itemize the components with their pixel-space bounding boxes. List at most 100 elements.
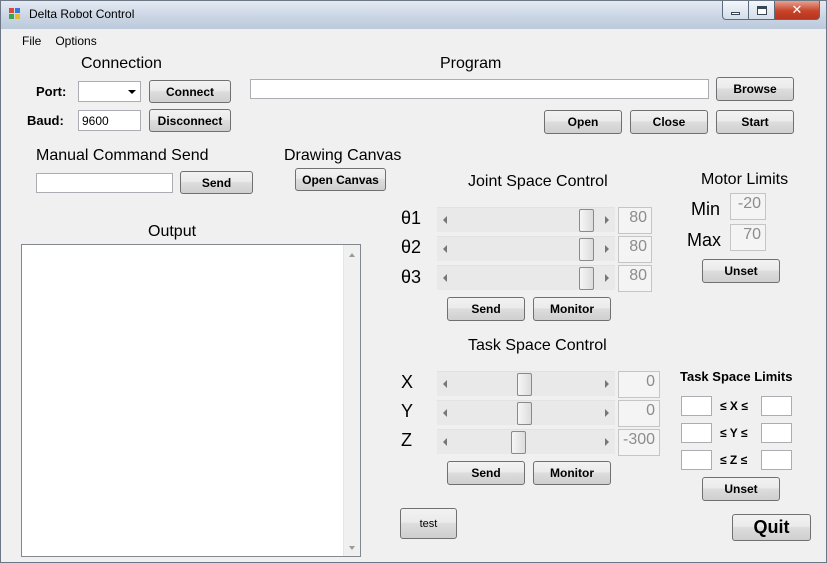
y-slider[interactable] (437, 400, 615, 425)
start-button[interactable]: Start (716, 110, 794, 134)
z-range-label: ≤ Z ≤ (720, 453, 748, 467)
scroll-right-icon (605, 245, 609, 253)
y-max-input[interactable] (761, 423, 792, 443)
scroll-left-icon (443, 409, 447, 417)
baud-label: Baud: (27, 113, 64, 128)
motor-max-value: 70 (730, 224, 766, 251)
slider-thumb[interactable] (579, 209, 594, 232)
scroll-left-icon (443, 380, 447, 388)
theta3-label: θ3 (401, 267, 422, 287)
maximize-icon (756, 5, 767, 15)
task-space-title: Task Space Control (468, 337, 607, 354)
browse-button[interactable]: Browse (716, 77, 794, 101)
menu-options[interactable]: Options (48, 30, 103, 52)
x-max-input[interactable] (761, 396, 792, 416)
drawing-canvas-title: Drawing Canvas (284, 147, 402, 164)
scroll-right-icon (605, 409, 609, 417)
y-label: Y (401, 401, 414, 421)
motor-min-label: Min (691, 199, 721, 219)
port-label: Port: (36, 84, 67, 99)
x-label: X (401, 372, 414, 392)
disconnect-button[interactable]: Disconnect (149, 109, 231, 132)
motor-limits-unset-button[interactable]: Unset (702, 259, 780, 283)
minimize-icon (731, 11, 740, 15)
z-slider[interactable] (437, 429, 615, 454)
motor-min-value: -20 (730, 193, 766, 220)
manual-command-title: Manual Command Send (36, 147, 209, 164)
connection-title: Connection (81, 55, 162, 72)
theta2-value: 80 (618, 236, 652, 263)
maximize-button[interactable] (749, 1, 775, 20)
motor-limits-title: Motor Limits (701, 171, 789, 188)
slider-thumb[interactable] (511, 431, 526, 454)
caption-buttons: ✕ (722, 1, 820, 20)
output-textbox[interactable] (21, 244, 361, 557)
connect-button[interactable]: Connect (149, 80, 231, 103)
z-min-input[interactable] (681, 450, 712, 470)
close-button[interactable]: ✕ (775, 1, 820, 20)
slider-thumb[interactable] (517, 402, 532, 425)
y-min-input[interactable] (681, 423, 712, 443)
manual-command-input[interactable] (36, 173, 173, 193)
x-min-input[interactable] (681, 396, 712, 416)
scroll-left-icon (443, 216, 447, 224)
theta2-slider[interactable] (437, 236, 615, 261)
theta1-value: 80 (618, 207, 652, 234)
task-monitor-button[interactable]: Monitor (533, 461, 611, 485)
slider-thumb[interactable] (579, 238, 594, 261)
z-max-input[interactable] (761, 450, 792, 470)
theta3-value: 80 (618, 265, 652, 292)
y-value: 0 (618, 400, 660, 427)
task-limits-title: Task Space Limits (680, 369, 793, 384)
joint-monitor-button[interactable]: Monitor (533, 297, 611, 321)
quit-button[interactable]: Quit (732, 514, 811, 541)
x-range-label: ≤ X ≤ (720, 399, 748, 413)
scroll-right-icon (605, 438, 609, 446)
test-button[interactable]: test (400, 508, 457, 539)
window-title: Delta Robot Control (29, 7, 135, 21)
scroll-right-icon (605, 274, 609, 282)
task-send-button[interactable]: Send (447, 461, 525, 485)
motor-max-label: Max (687, 230, 722, 250)
task-limits-unset-button[interactable]: Unset (702, 477, 780, 501)
slider-thumb[interactable] (579, 267, 594, 290)
x-value: 0 (618, 371, 660, 398)
minimize-button[interactable] (722, 1, 749, 20)
joint-space-title: Joint Space Control (468, 173, 608, 190)
slider-thumb[interactable] (517, 373, 532, 396)
scroll-left-icon (443, 274, 447, 282)
joint-send-button[interactable]: Send (447, 297, 525, 321)
scroll-left-icon (443, 245, 447, 253)
y-range-label: ≤ Y ≤ (720, 426, 748, 440)
baud-input[interactable]: 9600 (78, 110, 141, 131)
program-title: Program (440, 55, 502, 72)
scroll-left-icon (443, 438, 447, 446)
z-label: Z (401, 430, 412, 450)
program-path-input[interactable] (250, 79, 709, 99)
theta2-label: θ2 (401, 237, 422, 257)
menu-bar: File Options (9, 30, 104, 52)
open-canvas-button[interactable]: Open Canvas (295, 168, 386, 191)
port-select[interactable] (78, 81, 141, 102)
theta1-slider[interactable] (437, 207, 615, 232)
chevron-down-icon (128, 90, 136, 94)
theta3-slider[interactable] (437, 265, 615, 290)
client-area: File Options Connection Port: Connect Ba… (9, 30, 820, 557)
scroll-right-icon (605, 216, 609, 224)
scroll-up-icon (349, 253, 355, 257)
close-icon: ✕ (791, 2, 803, 18)
theta1-label: θ1 (401, 208, 422, 228)
open-button[interactable]: Open (544, 110, 622, 134)
z-value: -300 (618, 429, 660, 456)
menu-file[interactable]: File (9, 30, 48, 52)
title-bar: Delta Robot Control ✕ (1, 1, 826, 29)
output-scrollbar[interactable] (343, 245, 360, 556)
manual-send-button[interactable]: Send (180, 171, 253, 194)
x-slider[interactable] (437, 371, 615, 396)
app-window: Delta Robot Control ✕ File Options Conne… (0, 0, 827, 563)
scroll-down-icon (349, 546, 355, 550)
close-program-button[interactable]: Close (630, 110, 708, 134)
output-title: Output (148, 223, 197, 240)
app-icon (9, 8, 21, 20)
scroll-right-icon (605, 380, 609, 388)
